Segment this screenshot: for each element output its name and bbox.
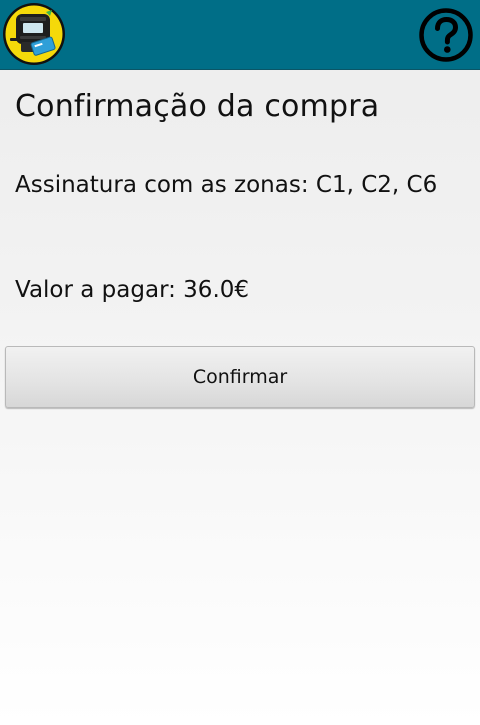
validator-card-icon	[2, 2, 66, 66]
app-bar	[0, 0, 480, 70]
confirm-button[interactable]: Confirmar	[5, 346, 475, 408]
help-button[interactable]	[418, 7, 474, 63]
help-question-icon	[419, 8, 473, 62]
page-title: Confirmação da compra	[15, 89, 380, 124]
amount-to-pay-text: Valor a pagar: 36.0€	[15, 277, 250, 303]
subscription-zones-text: Assinatura com as zonas: C1, C2, C6	[15, 172, 438, 198]
